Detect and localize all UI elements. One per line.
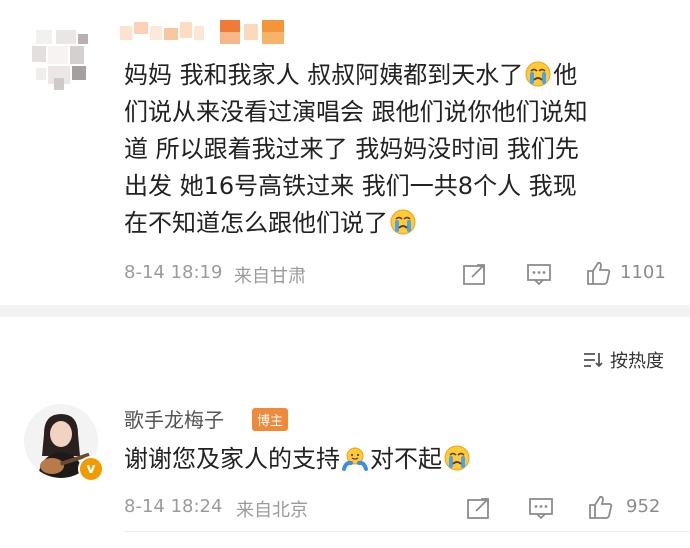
blurred-username[interactable] <box>120 20 290 46</box>
comment-time: 8-14 18:19 <box>124 262 223 283</box>
comment-line-2: 们说从来没看过演唱会 跟他们说你他们说知 <box>124 98 588 126</box>
like-icon[interactable] <box>588 494 614 520</box>
comment-text: 妈妈 我和我家人 叔叔阿姨都到天水了 他 们说从来没看过演唱会 跟他们说你他们说知… <box>124 57 664 242</box>
comment-line-3: 道 所以跟着我过来了 我妈妈没时间 我们先 <box>124 135 579 163</box>
like-icon[interactable] <box>586 260 612 286</box>
reply-location: 来自北京 <box>236 500 308 521</box>
hug-emoji-icon <box>342 445 368 471</box>
sort-label: 按热度 <box>610 351 664 372</box>
comment-icon[interactable] <box>526 262 552 286</box>
comment-line-1b: 他 <box>553 61 578 89</box>
reply-username[interactable]: 歌手龙梅子 <box>124 404 224 433</box>
sort-icon <box>584 353 603 368</box>
verified-badge: v <box>78 456 104 482</box>
reply-time: 8-14 18:24 <box>124 496 223 517</box>
reply-text-b: 对不起 <box>370 445 442 473</box>
crying-face-emoji-icon <box>444 445 470 471</box>
comment-line-5: 在不知道怎么跟他们说了 <box>124 209 388 237</box>
crying-face-emoji-icon <box>525 61 551 87</box>
comment-line-1: 妈妈 我和我家人 叔叔阿姨都到天水了 <box>124 61 524 89</box>
blurred-avatar[interactable] <box>28 28 92 92</box>
section-divider <box>0 305 690 317</box>
reply-like-count: 952 <box>626 496 661 517</box>
crying-face-emoji-icon <box>390 209 416 235</box>
reply-text: 谢谢您及家人的支持 对不起 <box>124 441 472 478</box>
like-count: 1101 <box>620 262 666 283</box>
comment-location: 来自甘肃 <box>234 266 306 287</box>
share-icon[interactable] <box>466 496 492 520</box>
share-icon[interactable] <box>462 262 488 286</box>
author-tag: 博主 <box>252 408 289 431</box>
bottom-divider <box>124 531 690 532</box>
comment-line-4: 出发 她16号高铁过来 我们一共8个人 我现 <box>124 172 577 200</box>
comment-icon[interactable] <box>528 496 554 520</box>
reply-text-a: 谢谢您及家人的支持 <box>124 445 340 473</box>
sort-by-hot-button[interactable]: 按热度 <box>582 347 664 373</box>
